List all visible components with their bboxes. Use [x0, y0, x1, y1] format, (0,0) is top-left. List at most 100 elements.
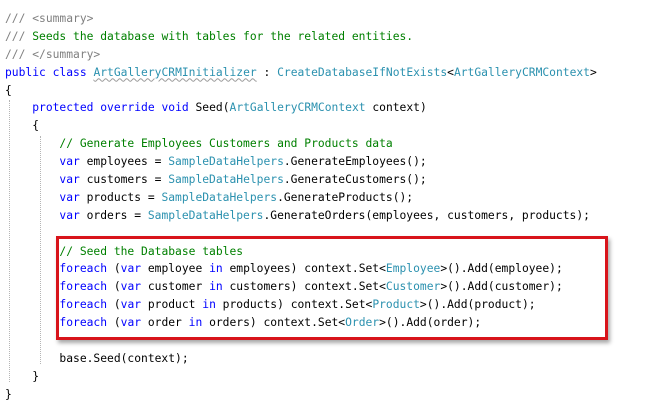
- doc-comment-token: <summary>: [32, 12, 94, 25]
- code-token: (: [107, 316, 121, 330]
- keyword-token: var: [120, 280, 142, 294]
- code-token: .GenerateOrders(employees, customers, pr…: [263, 208, 590, 222]
- keyword-token: var: [120, 298, 142, 312]
- code-token: employees) context.Set<: [222, 262, 386, 276]
- code-token: >().Add(employee);: [440, 262, 563, 276]
- code-token: employees =: [79, 155, 169, 169]
- code-token: base.Seed(context);: [5, 351, 189, 365]
- keyword-token: void: [161, 101, 189, 115]
- doc-comment-token: ///: [5, 12, 33, 25]
- keyword-token: in: [202, 298, 216, 312]
- type-token: Order: [345, 316, 380, 330]
- code-token: order: [141, 316, 189, 330]
- keyword-token: in: [188, 316, 203, 330]
- code-token: Seed(: [188, 101, 230, 115]
- code-token: context): [365, 101, 427, 115]
- code-line: // Seed the Database tables: [5, 243, 665, 261]
- type-token: Product: [372, 298, 420, 312]
- comment-token: Seeds the database with tables for the r…: [32, 29, 414, 43]
- keyword-token: class: [52, 65, 87, 79]
- code-token: .GenerateCustomers();: [283, 173, 427, 187]
- code-line: {: [5, 117, 665, 135]
- keyword-token: var: [59, 190, 80, 204]
- code-token: .GenerateEmployees();: [283, 155, 427, 169]
- code-line: foreach (var customer in customers) cont…: [5, 278, 665, 296]
- type-token: ArtGalleryCRMContext: [453, 65, 590, 79]
- code-line: base.Seed(context);: [5, 350, 665, 368]
- type-token: CreateDatabaseIfNotExists: [277, 65, 448, 79]
- code-token: customer: [141, 280, 210, 294]
- keyword-token: var: [120, 316, 142, 330]
- code-token: orders =: [79, 208, 148, 222]
- code-token: >: [589, 65, 597, 79]
- keyword-token: foreach: [59, 316, 108, 330]
- code-line: /// Seeds the database with tables for t…: [5, 28, 665, 46]
- keyword-token: foreach: [59, 298, 108, 312]
- code-token: customers) context.Set<: [222, 280, 386, 294]
- keyword-token: public: [5, 65, 46, 79]
- keyword-token: foreach: [59, 262, 108, 276]
- code-token: >().Add(customer);: [440, 280, 563, 294]
- code-token: {: [5, 83, 12, 97]
- code-line: foreach (var order in orders) context.Se…: [5, 314, 665, 332]
- type-token: Employee: [385, 262, 441, 276]
- code-token: customers =: [79, 173, 169, 187]
- code-token: product: [141, 298, 203, 312]
- code-line: foreach (var product in products) contex…: [5, 296, 665, 314]
- keyword-token: var: [59, 173, 80, 187]
- code-line: public class ArtGalleryCRMInitializer : …: [5, 64, 665, 82]
- code-line: {: [5, 82, 665, 100]
- indent-guide-class: [9, 100, 10, 382]
- code-line: /// </summary>: [5, 46, 665, 64]
- code-line: var products = SampleDataHelpers.Generat…: [5, 189, 665, 207]
- code-token: :: [256, 65, 278, 79]
- keyword-token: var: [59, 208, 80, 222]
- type-token: SampleDataHelpers: [161, 190, 278, 204]
- doc-comment-token: </summary>: [32, 47, 101, 61]
- doc-comment-token: ///: [5, 47, 33, 61]
- keyword-token: var: [59, 155, 80, 169]
- code-editor[interactable]: /// <summary>/// Seeds the database with…: [5, 10, 665, 404]
- type-token: SampleDataHelpers: [168, 173, 284, 187]
- code-token: (: [107, 298, 121, 312]
- code-token: .GenerateProducts();: [277, 190, 414, 204]
- type-token: ArtGalleryCRMContext: [229, 101, 366, 115]
- code-token: <: [447, 65, 454, 79]
- type-token: Customer: [385, 280, 441, 294]
- code-line: var customers = SampleDataHelpers.Genera…: [5, 171, 665, 189]
- code-token: employee: [141, 262, 210, 276]
- keyword-token: var: [120, 262, 142, 276]
- comment-token: // Generate Employees Customers and Prod…: [59, 137, 393, 151]
- code-token: >().Add(order);: [379, 316, 482, 330]
- comment-token: // Seed the Database tables: [59, 244, 244, 258]
- code-line: foreach (var employee in employees) cont…: [5, 260, 665, 278]
- keyword-token: in: [209, 262, 223, 276]
- code-token: orders) context.Set<: [202, 316, 346, 330]
- keyword-token: override: [100, 101, 155, 115]
- code-line: // Generate Employees Customers and Prod…: [5, 135, 665, 153]
- code-line: }: [5, 368, 665, 386]
- code-token: (: [107, 280, 121, 294]
- keyword-token: in: [209, 280, 223, 294]
- code-token: products =: [79, 190, 162, 204]
- type-token: SampleDataHelpers: [168, 155, 284, 169]
- code-token: }: [5, 387, 12, 401]
- code-line: protected override void Seed(ArtGalleryC…: [5, 99, 665, 117]
- keyword-token: foreach: [59, 280, 108, 294]
- code-line: /// <summary>: [5, 10, 665, 28]
- indent-guide-method: [40, 136, 41, 364]
- keyword-token: protected: [32, 101, 94, 115]
